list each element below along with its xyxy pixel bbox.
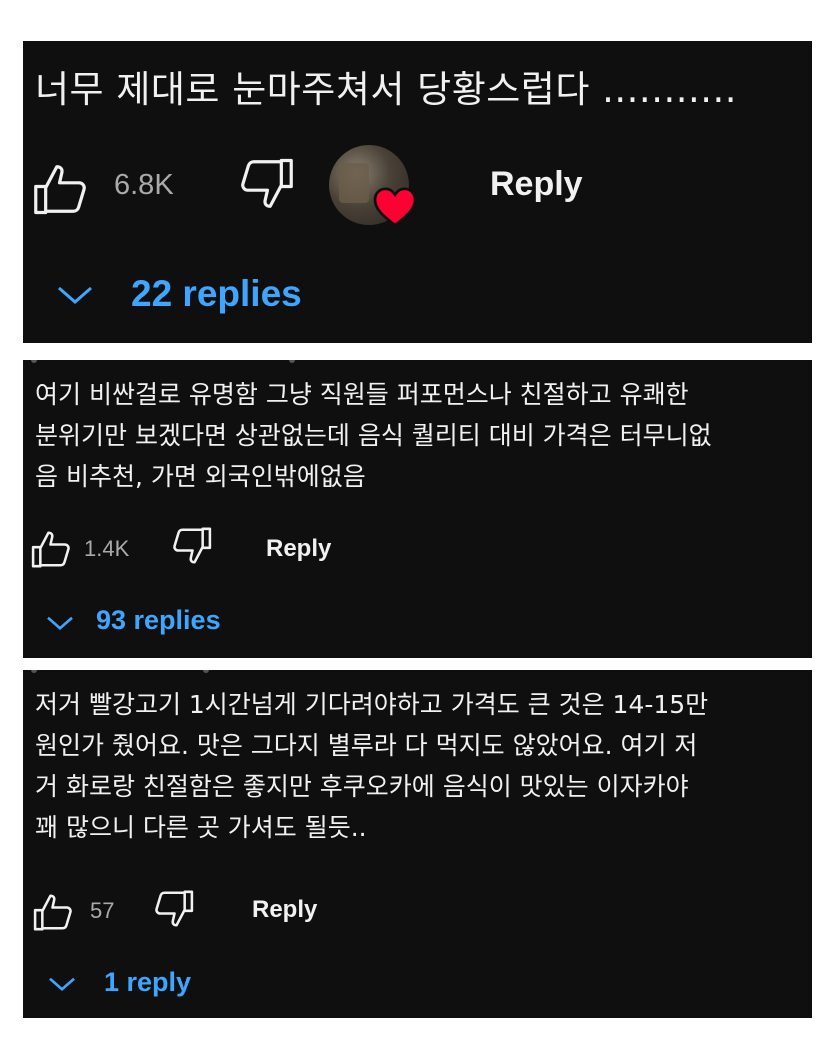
reply-button[interactable]: Reply (266, 535, 331, 563)
thumbs-up-icon (34, 165, 86, 215)
like-count: 6.8K (114, 169, 174, 201)
expand-replies-toggle[interactable] (45, 614, 75, 632)
like-button[interactable] (33, 163, 93, 215)
comment-text: 저거 빨강고기 1시간넘게 기다려야하고 가격도 큰 것은 14-15만 원인가… (35, 690, 709, 842)
comment-text: 여기 비싼걸로 유명함 그냥 직원들 퍼포먼스나 친절하고 유쾌한 분위기만 보… (35, 380, 712, 491)
reply-button[interactable]: Reply (252, 896, 317, 924)
creator-heart-icon (373, 187, 417, 227)
chevron-down-icon (49, 977, 75, 991)
reply-button[interactable]: Reply (490, 165, 583, 204)
like-button[interactable] (33, 893, 77, 931)
dislike-button[interactable] (150, 890, 194, 928)
dislike-button[interactable] (234, 158, 294, 210)
cropped-edge (23, 360, 812, 363)
thumbs-down-icon (155, 890, 194, 927)
thumbs-down-icon (241, 158, 293, 208)
like-count: 57 (90, 898, 115, 923)
view-replies-link[interactable]: 22 replies (131, 273, 302, 315)
chevron-down-icon (47, 616, 73, 630)
thumbs-up-icon (31, 531, 70, 568)
thumbs-down-icon (173, 527, 212, 564)
like-count: 1.4K (84, 536, 130, 561)
comment-card: 저거 빨강고기 1시간넘게 기다려야하고 가격도 큰 것은 14-15만 원인가… (23, 670, 812, 1018)
dislike-button[interactable] (168, 527, 212, 565)
expand-replies-toggle[interactable] (55, 283, 95, 307)
cropped-edge (23, 670, 812, 673)
like-button[interactable] (31, 530, 75, 568)
thumbs-up-icon (33, 894, 72, 931)
comment-card: 여기 비싼걸로 유명함 그냥 직원들 퍼포먼스나 친절하고 유쾌한 분위기만 보… (23, 360, 812, 658)
view-replies-link[interactable]: 93 replies (96, 605, 221, 636)
view-replies-link[interactable]: 1 reply (104, 967, 191, 998)
expand-replies-toggle[interactable] (47, 975, 77, 993)
comment-text: 너무 제대로 눈마주쳐서 당황스럽다 ........... (35, 68, 738, 111)
comment-card: 너무 제대로 눈마주쳐서 당황스럽다 ........... 6.8K Repl… (23, 41, 812, 343)
chevron-down-icon (58, 286, 92, 304)
